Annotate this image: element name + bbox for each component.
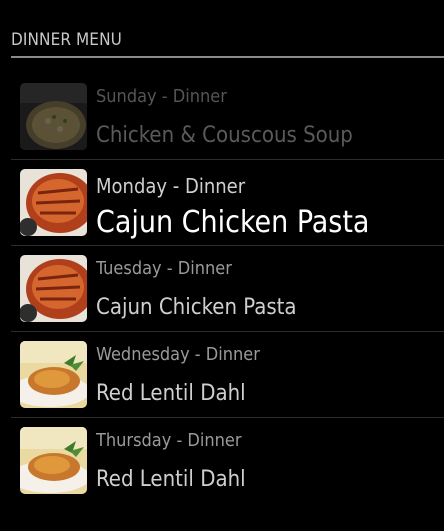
menu-header: DINNER MENU <box>11 28 444 58</box>
meal-item-tuesday[interactable]: Tuesday - Dinner Cajun Chicken Pasta <box>11 246 444 332</box>
meal-item-monday[interactable]: Monday - Dinner Cajun Chicken Pasta <box>11 160 444 246</box>
cajun-chicken-icon <box>20 169 87 236</box>
meal-dish-name: Chicken & Couscous Soup <box>96 123 353 148</box>
meal-day-label: Monday - Dinner <box>96 174 246 198</box>
soup-icon <box>20 83 87 150</box>
meal-list: Sunday - Dinner Chicken & Couscous Soup … <box>11 74 444 504</box>
meal-dish-name: Cajun Chicken Pasta <box>96 295 297 320</box>
dahl-icon <box>20 341 87 408</box>
dahl-icon <box>20 427 87 494</box>
meal-day-label: Wednesday - Dinner <box>96 344 260 365</box>
meal-dish-name: Red Lentil Dahl <box>96 381 246 406</box>
cajun-chicken-icon <box>20 255 87 322</box>
meal-day-label: Thursday - Dinner <box>96 430 242 451</box>
menu-title: DINNER MENU <box>11 30 122 50</box>
meal-item-sunday[interactable]: Sunday - Dinner Chicken & Couscous Soup <box>11 74 444 160</box>
meal-item-wednesday[interactable]: Wednesday - Dinner Red Lentil Dahl <box>11 332 444 418</box>
meal-item-thursday[interactable]: Thursday - Dinner Red Lentil Dahl <box>11 418 444 504</box>
meal-day-label: Sunday - Dinner <box>96 86 227 107</box>
meal-dish-name: Red Lentil Dahl <box>96 467 246 492</box>
meal-day-label: Tuesday - Dinner <box>96 258 232 279</box>
meal-dish-name: Cajun Chicken Pasta <box>96 205 370 240</box>
